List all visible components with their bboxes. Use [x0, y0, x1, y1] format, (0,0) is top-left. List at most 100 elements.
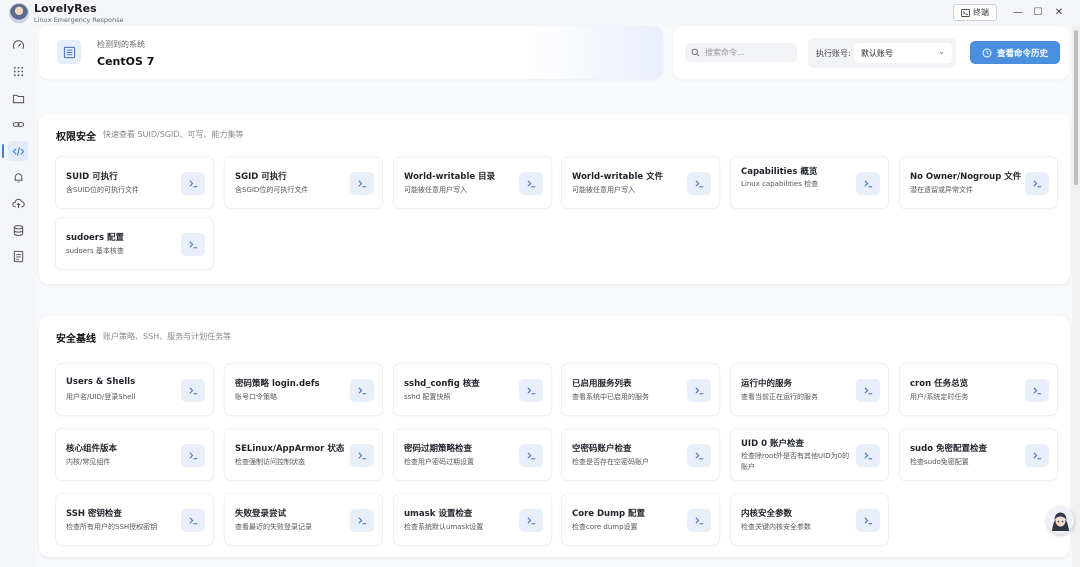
command-card-world-writable[interactable]: World-writable 目录 可能被任意用户写入: [393, 156, 552, 209]
account-select[interactable]: 默认账号 ⌄: [854, 43, 952, 63]
search-input[interactable]: [705, 48, 790, 57]
run-command-button[interactable]: [350, 172, 374, 195]
run-command-button[interactable]: [181, 444, 205, 467]
command-card-suid[interactable]: SUID 可执行 含SUID位的可执行文件: [55, 156, 214, 209]
command-card-sshd-config[interactable]: sshd_config 核查 sshd 配置快照: [393, 363, 552, 416]
run-command-button[interactable]: [856, 509, 880, 532]
run-command-button[interactable]: [519, 509, 543, 532]
terminal-prompt-icon: [357, 452, 366, 460]
sidebar-item-cloud[interactable]: [8, 193, 28, 213]
command-card-world-writable[interactable]: World-writable 文件 可能被任意用户写入: [561, 156, 720, 209]
run-command-button[interactable]: [687, 509, 711, 532]
command-card-ssh[interactable]: SSH 密钥检查 检查所有用户的SSH授权密钥: [55, 493, 214, 546]
maximize-icon: ☐: [1033, 7, 1043, 18]
terminal-prompt-icon: [1032, 452, 1041, 460]
maximize-button[interactable]: ☐: [1029, 4, 1047, 21]
clock-icon: [982, 48, 992, 57]
run-command-button[interactable]: [519, 444, 543, 467]
terminal-prompt-icon: [188, 517, 197, 525]
terminal-prompt-icon: [357, 387, 366, 395]
command-card-item-13[interactable]: 失败登录尝试 查看最近的失败登录记录: [224, 493, 383, 546]
command-card-capabilities[interactable]: Capabilities 概览 Linux capabilities 检查: [730, 156, 889, 209]
run-command-button[interactable]: [350, 509, 374, 532]
command-card-item-4[interactable]: 运行中的服务 查看当前正在运行的服务: [730, 363, 889, 416]
sidebar-item-apps[interactable]: [8, 61, 28, 81]
card-desc: 检查core dump设置: [572, 523, 638, 531]
sidebar-item-database[interactable]: [8, 220, 28, 240]
command-card-users-shells[interactable]: Users & Shells 用户名/UID/登录Shell: [55, 363, 214, 416]
card-desc: 检查关键内核安全参数: [741, 523, 811, 531]
sidebar-item-commands[interactable]: [2, 141, 28, 161]
card-title: World-writable 文件: [572, 172, 664, 182]
card-title: cron 任务总览: [910, 379, 969, 389]
card-title: sshd_config 核查: [404, 379, 480, 389]
run-command-button[interactable]: [856, 444, 880, 467]
section-permission-security: 权限安全 快速查看 SUID/SGID、可写、能力集等 SUID 可执行 含SUI…: [39, 114, 1070, 284]
command-card-sudo[interactable]: sudo 免密配置检查 检查sudo免密配置: [899, 428, 1058, 481]
run-command-button[interactable]: [181, 233, 205, 256]
command-card-uid-0[interactable]: UID 0 账户检查 检查除root外是否有其他UID为0的账户: [730, 428, 889, 481]
command-card-item-9[interactable]: 空密码账户检查 检查是否存在空密码账户: [561, 428, 720, 481]
command-card-login-defs[interactable]: 密码策略 login.defs 账号口令策略: [224, 363, 383, 416]
card-desc: 可能被任意用户写入: [572, 186, 635, 194]
run-command-button[interactable]: [181, 509, 205, 532]
command-card-item-8[interactable]: 密码过期策略检查 检查用户密码过期设置: [393, 428, 552, 481]
close-button[interactable]: ✕: [1050, 4, 1068, 21]
terminal-button[interactable]: 终端: [953, 4, 997, 21]
terminal-prompt-icon: [188, 180, 197, 188]
command-history-button[interactable]: 查看命令历史: [970, 41, 1060, 64]
command-card-no-owner-nogroup[interactable]: No Owner/Nogroup 文件 潜在遗留或异常文件: [899, 156, 1058, 209]
card-desc: Linux capabilities 检查: [741, 180, 819, 188]
terminal-prompt-icon: [188, 387, 197, 395]
sidebar-item-reports[interactable]: [8, 246, 28, 266]
card-desc: 检查除root外是否有其他UID为0的账户: [741, 452, 850, 471]
run-command-button[interactable]: [1025, 172, 1049, 195]
command-card-selinux-apparmor[interactable]: SELinux/AppArmor 状态 检查强制访问控制状态: [224, 428, 383, 481]
search-box[interactable]: [685, 43, 797, 62]
run-command-button[interactable]: [519, 172, 543, 195]
assistant-avatar[interactable]: [1047, 507, 1074, 534]
section-desc: 账户策略、SSH、服务与计划任务等: [103, 332, 232, 341]
run-command-button[interactable]: [519, 379, 543, 402]
command-card-item-16[interactable]: 内核安全参数 检查关键内核安全参数: [730, 493, 889, 546]
command-history-label: 查看命令历史: [996, 48, 1048, 59]
sidebar-item-files[interactable]: [8, 88, 28, 108]
card-title: 密码过期策略检查: [404, 444, 473, 454]
card-desc: 查看最近的失败登录记录: [235, 523, 312, 531]
run-command-button[interactable]: [181, 379, 205, 402]
command-card-sudoers[interactable]: sudoers 配置 sudoers 基本核查: [55, 217, 214, 270]
run-command-button[interactable]: [1025, 379, 1049, 402]
run-command-button[interactable]: [181, 172, 205, 195]
run-command-button[interactable]: [687, 444, 711, 467]
sidebar-item-alerts[interactable]: [8, 167, 28, 187]
card-title: 已启用服务列表: [572, 379, 632, 389]
terminal-prompt-icon: [694, 180, 703, 188]
scrollbar-thumb[interactable]: [1074, 30, 1078, 185]
system-icon-box: [57, 40, 81, 64]
terminal-prompt-icon: [188, 452, 197, 460]
minimize-icon: —: [1013, 7, 1023, 18]
card-desc: sshd 配置快照: [404, 393, 451, 401]
run-command-button[interactable]: [350, 444, 374, 467]
command-card-core-dump[interactable]: Core Dump 配置 检查core dump设置: [561, 493, 720, 546]
command-card-item-3[interactable]: 已启用服务列表 查看系统中已启用的服务: [561, 363, 720, 416]
run-command-button[interactable]: [687, 379, 711, 402]
command-card-item-6[interactable]: 核心组件版本 内核/常见组件: [55, 428, 214, 481]
list-icon: [63, 46, 75, 58]
chevron-down-icon: ⌄: [938, 47, 945, 56]
command-card-cron[interactable]: cron 任务总览 用户/系统定时任务: [899, 363, 1058, 416]
sidebar-item-dashboard[interactable]: [8, 35, 28, 55]
terminal-prompt-icon: [863, 517, 872, 525]
terminal-label: 终端: [973, 8, 989, 17]
command-card-sgid[interactable]: SGID 可执行 含SGID位的可执行文件: [224, 156, 383, 209]
sidebar-item-network[interactable]: [8, 114, 28, 134]
run-command-button[interactable]: [856, 379, 880, 402]
card-title: SSH 密钥检查: [66, 509, 122, 519]
minimize-button[interactable]: —: [1009, 4, 1027, 21]
run-command-button[interactable]: [856, 172, 880, 195]
run-command-button[interactable]: [1025, 444, 1049, 467]
code-icon: [12, 146, 24, 156]
command-card-umask[interactable]: umask 设置检查 检查系统默认umask设置: [393, 493, 552, 546]
run-command-button[interactable]: [350, 379, 374, 402]
run-command-button[interactable]: [687, 172, 711, 195]
